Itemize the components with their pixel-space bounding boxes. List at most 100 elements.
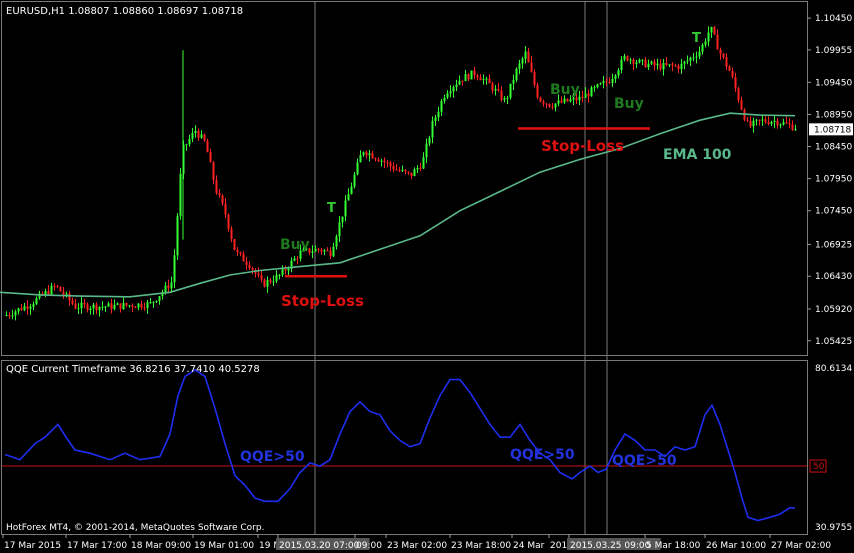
candle-body (128, 305, 131, 307)
candle-body (770, 122, 773, 124)
candle-body (167, 285, 170, 289)
chart-window: Buy T Stop-Loss Buy Stop-Loss Buy T 1.10450 1.0… (0, 0, 854, 553)
candle-body (590, 87, 593, 97)
candle-body (773, 120, 776, 123)
candle-body (350, 186, 353, 195)
candle-body (596, 84, 599, 88)
candle-body (356, 162, 359, 175)
candle-body (431, 120, 434, 138)
candle-body (56, 285, 59, 287)
candle-body (419, 167, 422, 169)
main-chart-title: EURUSD,H1 1.08807 1.08860 1.08697 1.0871… (6, 6, 243, 17)
candle-body (443, 97, 446, 102)
candle-body (221, 195, 224, 204)
candle-body (74, 303, 77, 309)
time-tick-label: 17 Mar 2015 (4, 541, 61, 551)
candle-body (83, 302, 86, 305)
candle-body (119, 303, 122, 309)
candle-body (518, 63, 521, 69)
candle-body (242, 253, 245, 262)
candle-body (716, 34, 719, 50)
candle-body (500, 90, 503, 100)
candle-body (98, 306, 101, 311)
candle-body (293, 258, 296, 261)
qqe-line (4, 369, 796, 522)
candle-body (473, 70, 476, 76)
qqe-title: QQE Current Timeframe 36.8216 37.7410 40… (6, 364, 260, 375)
candle-body (551, 106, 554, 108)
candle-body (188, 138, 191, 145)
candle-body (470, 70, 473, 80)
candle-body (113, 304, 116, 310)
candle-body (77, 308, 80, 310)
candle-body (434, 117, 437, 121)
candle-body (611, 78, 614, 83)
candle-body (605, 80, 608, 82)
candle-body (545, 103, 548, 105)
annotation-label: Stop-Loss (541, 137, 624, 155)
candle-body (515, 68, 518, 80)
candle-body (425, 143, 428, 158)
chart-annotations: Buy T Stop-Loss Buy Stop-Loss Buy T (280, 31, 701, 310)
candle-body (194, 130, 197, 134)
time-tick-label: 201 (550, 541, 567, 551)
candle-body (533, 71, 536, 85)
price-tick-label: 1.09450 (815, 78, 852, 88)
candle-body (428, 137, 431, 144)
candle-body (458, 80, 461, 85)
indicator-panel-frame (1, 360, 808, 535)
candle-body (563, 98, 566, 103)
candle-body (482, 79, 485, 81)
price-tick-label: 1.06430 (815, 272, 852, 282)
price-axis: 1.10450 1.09955 1.09450 1.08950 1.08450 1.079… (807, 14, 853, 347)
candle-body (401, 169, 404, 171)
candle-body (680, 63, 683, 70)
candle-body (731, 70, 734, 78)
candle-body (116, 303, 119, 305)
candle-body (326, 250, 329, 252)
candle-body (347, 194, 350, 201)
time-tick-label: 09:00 (356, 541, 382, 551)
candle-body (257, 273, 260, 276)
candle-body (395, 169, 398, 171)
price-tick-label: 1.08950 (815, 110, 852, 120)
candle-body (674, 65, 677, 67)
time-tick-label: 2015.03.20 07:00 (279, 541, 360, 551)
candle-body (764, 119, 767, 123)
candle-body (200, 134, 203, 138)
candle-body (392, 166, 395, 170)
candle-body (353, 174, 356, 187)
candle-body (404, 169, 407, 172)
candle-body (665, 62, 668, 65)
candle-body (560, 100, 563, 103)
candle-body (275, 274, 278, 282)
candle-body (26, 306, 29, 309)
candle-body (29, 306, 32, 309)
candle-body (371, 153, 374, 159)
candle-body (695, 56, 698, 58)
candle-body (746, 119, 749, 121)
candle-body (107, 303, 110, 307)
candle-body (386, 162, 389, 164)
candle-body (626, 56, 629, 61)
candle-body (170, 282, 173, 289)
candle-body (734, 77, 737, 89)
candle-body (758, 119, 761, 121)
price-tick-label: 1.07950 (815, 175, 852, 185)
candle-body (206, 140, 209, 153)
candle-body (50, 285, 53, 295)
candle-body (89, 308, 92, 311)
candle-body (476, 75, 479, 78)
candle-body (332, 246, 335, 257)
candle-body (713, 26, 716, 35)
candle-body (767, 122, 770, 124)
time-tick-label: 19 Mar 01:00 (194, 541, 254, 551)
candle-body (641, 59, 644, 61)
candle-body (140, 303, 143, 308)
qqe-annotation: QQE>50 (612, 453, 677, 469)
candle-body (710, 26, 713, 33)
candle-body (440, 101, 443, 112)
candle-body (110, 303, 113, 310)
candle-body (185, 144, 188, 146)
price-tick-label: 1.07450 (815, 207, 852, 217)
